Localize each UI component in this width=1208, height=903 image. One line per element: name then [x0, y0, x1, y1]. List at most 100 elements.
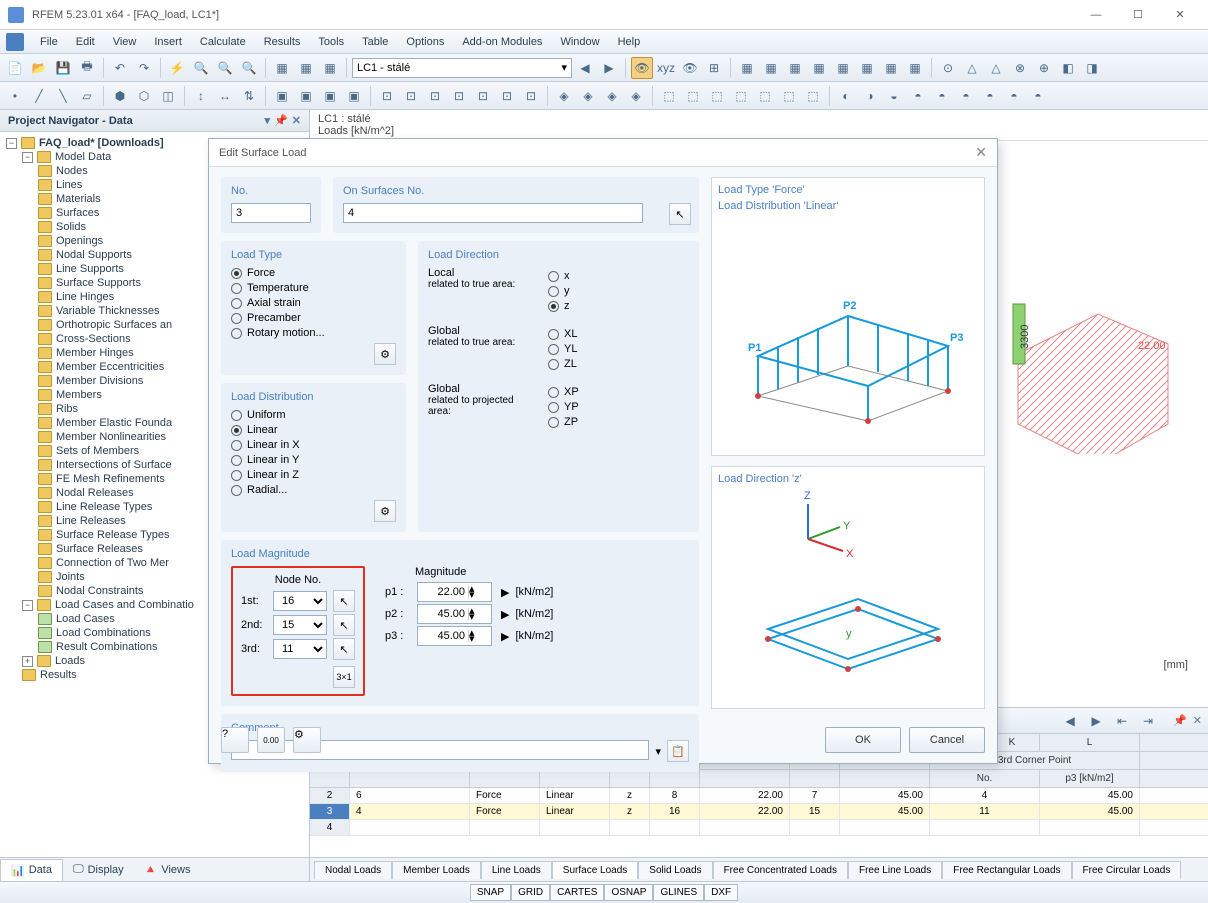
- table-row[interactable]: 34ForceLinearz1622.001545.001145.00: [310, 804, 1208, 820]
- nav-tab-display[interactable]: 🖵 Display: [63, 859, 134, 880]
- radio-option[interactable]: x: [548, 270, 570, 282]
- tree-item[interactable]: Result Combinations: [56, 641, 158, 653]
- node-select[interactable]: 15: [273, 615, 327, 635]
- menu-addons[interactable]: Add-on Modules: [454, 33, 550, 51]
- status-toggle[interactable]: CARTES: [550, 884, 604, 901]
- toolbar-button[interactable]: 💾: [52, 57, 74, 79]
- toolbar-button[interactable]: ⬚: [730, 85, 752, 107]
- toolbar-button[interactable]: ⇥: [1137, 710, 1159, 732]
- table-tab[interactable]: Free Rectangular Loads: [942, 861, 1071, 879]
- toolbar-button[interactable]: ◓: [907, 85, 929, 107]
- radio-option[interactable]: Force: [231, 267, 396, 279]
- toolbar-button[interactable]: ◓: [979, 85, 1001, 107]
- toolbar-button[interactable]: △: [961, 57, 983, 79]
- toolbar-button[interactable]: ↶: [109, 57, 131, 79]
- toolbar-button[interactable]: ◑: [859, 85, 881, 107]
- toolbar-button[interactable]: ▦: [295, 57, 317, 79]
- tree-item[interactable]: Member Nonlinearities: [56, 431, 166, 443]
- table-tab[interactable]: Free Concentrated Loads: [713, 861, 848, 879]
- cancel-button[interactable]: Cancel: [909, 727, 985, 753]
- toolbar-button[interactable]: ⊡: [472, 85, 494, 107]
- magnitude-input[interactable]: ▴▾: [417, 582, 492, 602]
- toolbar-button[interactable]: ▦: [760, 57, 782, 79]
- tree-item[interactable]: Orthotropic Surfaces an: [56, 319, 172, 331]
- toolbar-button[interactable]: ⊗: [1009, 57, 1031, 79]
- radio-option[interactable]: XP: [548, 386, 579, 398]
- menu-help[interactable]: Help: [610, 33, 649, 51]
- status-toggle[interactable]: SNAP: [470, 884, 511, 901]
- toolbar-button[interactable]: ▦: [736, 57, 758, 79]
- table-tab[interactable]: Free Circular Loads: [1072, 861, 1182, 879]
- tree-item[interactable]: Member Eccentricities: [56, 361, 164, 373]
- tree-root[interactable]: FAQ_load* [Downloads]: [39, 137, 164, 149]
- tree-item[interactable]: Load Cases and Combinatio: [55, 599, 194, 611]
- toolbar-button[interactable]: ▣: [271, 85, 293, 107]
- toolbar-button[interactable]: ▦: [319, 57, 341, 79]
- tree-item[interactable]: Nodal Constraints: [56, 585, 143, 597]
- table-tab[interactable]: Free Line Loads: [848, 861, 942, 879]
- toolbar-button[interactable]: 📄: [4, 57, 26, 79]
- toolbar-button[interactable]: ⬚: [802, 85, 824, 107]
- tree-item[interactable]: Line Release Types: [56, 501, 152, 513]
- toolbar-button[interactable]: ▦: [856, 57, 878, 79]
- toolbar-button[interactable]: ◨: [1081, 57, 1103, 79]
- ok-button[interactable]: OK: [825, 727, 901, 753]
- tree-item[interactable]: Ribs: [56, 403, 78, 415]
- toolbar-button[interactable]: ▣: [295, 85, 317, 107]
- toolbar-button[interactable]: ▶: [598, 57, 620, 79]
- toolbar-button[interactable]: ◓: [931, 85, 953, 107]
- tree-item[interactable]: Member Elastic Founda: [56, 417, 172, 429]
- pick-node-button[interactable]: ↖: [333, 614, 355, 636]
- toolbar-button[interactable]: 🔍: [190, 57, 212, 79]
- radio-option[interactable]: Axial strain: [231, 297, 396, 309]
- node-select[interactable]: 16: [273, 591, 327, 611]
- node-select[interactable]: 11: [273, 639, 327, 659]
- nav-tab-data[interactable]: 📊 Data: [0, 859, 63, 881]
- toolbar-button[interactable]: ▱: [76, 85, 98, 107]
- tree-item[interactable]: Surfaces: [56, 207, 99, 219]
- toolbar-button[interactable]: ▦: [904, 57, 926, 79]
- tree-item[interactable]: Lines: [56, 179, 82, 191]
- tree-item[interactable]: Surface Releases: [56, 543, 143, 555]
- radio-option[interactable]: Rotary motion...: [231, 327, 396, 339]
- toolbar-button[interactable]: ▦: [784, 57, 806, 79]
- tree-item[interactable]: Member Divisions: [56, 375, 143, 387]
- tree-item[interactable]: Joints: [56, 571, 85, 583]
- tree-item[interactable]: Line Hinges: [56, 291, 114, 303]
- toolbar-button[interactable]: ⊞: [703, 57, 725, 79]
- toolbar-button[interactable]: ⊕: [1033, 57, 1055, 79]
- surfaces-input[interactable]: [343, 203, 643, 223]
- tree-item[interactable]: Variable Thicknesses: [56, 305, 160, 317]
- tree-toggle[interactable]: −: [6, 138, 17, 149]
- radio-option[interactable]: Linear in Y: [231, 454, 396, 466]
- radio-option[interactable]: z: [548, 300, 570, 312]
- dialog-close-button[interactable]: ✕: [975, 144, 987, 161]
- toolbar-button[interactable]: ⬚: [778, 85, 800, 107]
- radio-option[interactable]: y: [548, 285, 570, 297]
- toolbar-button[interactable]: ◐: [835, 85, 857, 107]
- radio-option[interactable]: XL: [548, 328, 577, 340]
- toolbar-button[interactable]: ⊙: [937, 57, 959, 79]
- toolbar-button[interactable]: △: [985, 57, 1007, 79]
- dialog-settings-button[interactable]: ⚙: [293, 727, 321, 753]
- toolbar-button[interactable]: ⬚: [658, 85, 680, 107]
- table-tab[interactable]: Nodal Loads: [314, 861, 392, 879]
- tree-toggle[interactable]: −: [22, 152, 33, 163]
- tree-item[interactable]: Line Supports: [56, 263, 124, 275]
- toolbar-button[interactable]: ⬡: [133, 85, 155, 107]
- toolbar-button[interactable]: ⊡: [400, 85, 422, 107]
- toolbar-button[interactable]: ╲: [52, 85, 74, 107]
- menu-window[interactable]: Window: [552, 33, 607, 51]
- menu-insert[interactable]: Insert: [146, 33, 190, 51]
- dialog-help-button[interactable]: ?: [221, 727, 249, 753]
- toolbar-button[interactable]: xyz: [655, 57, 677, 79]
- status-toggle[interactable]: DXF: [704, 884, 738, 901]
- tree-item[interactable]: Sets of Members: [56, 445, 139, 457]
- tree-item[interactable]: Intersections of Surface: [56, 459, 172, 471]
- tree-item[interactable]: Connection of Two Mer: [56, 557, 169, 569]
- toolbar-button[interactable]: ⬚: [706, 85, 728, 107]
- toolbar-button[interactable]: ◓: [955, 85, 977, 107]
- toolbar-button[interactable]: ⊡: [448, 85, 470, 107]
- tree-item[interactable]: Nodal Supports: [56, 249, 132, 261]
- toolbar-button[interactable]: ◫: [157, 85, 179, 107]
